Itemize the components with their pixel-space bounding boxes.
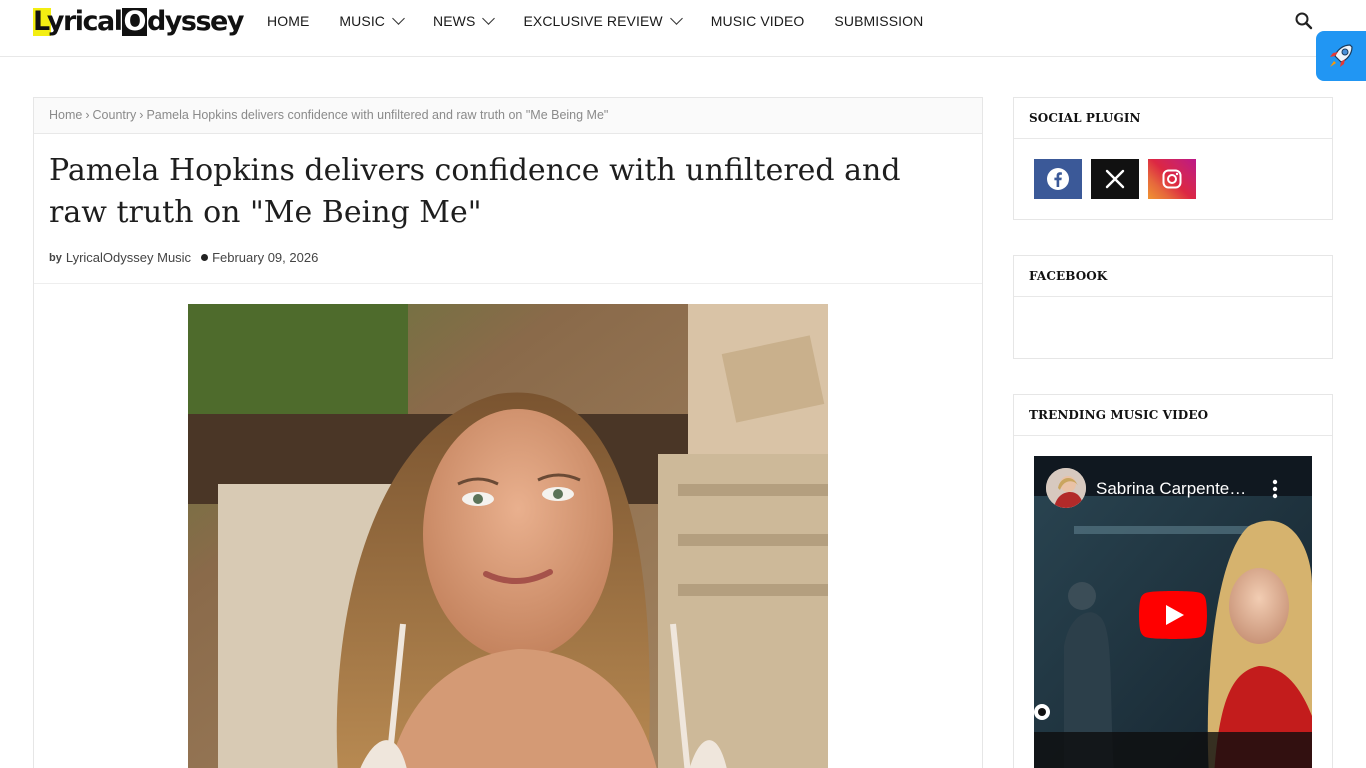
nav-submission-label: SUBMISSION <box>834 13 924 29</box>
search-icon[interactable] <box>1294 11 1314 31</box>
post-author[interactable]: LyricalOdyssey Music <box>66 250 191 265</box>
more-vert-icon[interactable] <box>1272 478 1278 500</box>
chevron-down-icon <box>482 12 496 25</box>
video-title[interactable]: Sabrina Carpente… <box>1096 479 1246 499</box>
breadcrumb-separator: › <box>85 108 90 122</box>
logo-text-o: O <box>121 5 147 37</box>
post-meta: by LyricalOdyssey Music February 09, 202… <box>49 250 967 265</box>
nav-music-video-label: MUSIC VIDEO <box>710 13 805 29</box>
byline-label: by <box>49 251 62 264</box>
breadcrumb-category[interactable]: Country <box>93 108 137 122</box>
breadcrumb-separator: › <box>139 108 144 122</box>
nav-music-label: MUSIC <box>339 13 386 29</box>
nav-exclusive-review-label: EXCLUSIVE REVIEW <box>523 13 663 29</box>
article-card: Home › Country › Pamela Hopkins delivers con… <box>33 97 983 768</box>
facebook-button[interactable] <box>1034 159 1082 199</box>
social-plugin-widget: SOCIAL PLUGIN <box>1013 97 1333 220</box>
nav-news[interactable]: NEWS <box>433 12 496 29</box>
video-embed[interactable]: Sabrina Carpente… <box>1034 456 1312 768</box>
nav-exclusive-review[interactable]: EXCLUSIVE REVIEW <box>523 12 683 29</box>
facebook-widget: FACEBOOK <box>1013 255 1333 359</box>
nav-music-video[interactable]: MUSIC VIDEO <box>711 13 805 29</box>
post-date: February 09, 2026 <box>212 250 319 265</box>
widget-title: FACEBOOK <box>1014 256 1332 297</box>
play-icon[interactable] <box>1139 591 1207 639</box>
social-buttons <box>1014 139 1332 199</box>
x-icon <box>1105 169 1125 189</box>
x-button[interactable] <box>1091 159 1139 199</box>
nav-music[interactable]: MUSIC <box>339 12 405 29</box>
instagram-icon <box>1162 169 1182 189</box>
logo-text-dyssey: dyssey <box>146 5 244 37</box>
nav-submission[interactable]: SUBMISSION <box>834 13 923 29</box>
breadcrumb-home[interactable]: Home <box>49 108 82 122</box>
logo-text: LyricalOdyssey <box>33 5 244 37</box>
breadcrumb-current: Pamela Hopkins delivers confidence with … <box>146 108 609 122</box>
trending-video-widget: TRENDING MUSIC VIDEO Sabrina Carpente… <box>1013 394 1333 768</box>
nav-home-label: HOME <box>267 13 310 29</box>
chevron-down-icon <box>669 12 683 25</box>
chevron-down-icon <box>392 12 405 25</box>
nav-home[interactable]: HOME <box>267 13 309 29</box>
instagram-button[interactable] <box>1148 159 1196 199</box>
facebook-icon <box>1047 168 1069 190</box>
rocket-icon[interactable] <box>1316 31 1366 81</box>
breadcrumb: Home › Country › Pamela Hopkins delivers con… <box>34 98 982 134</box>
logo-text-lyrical: Lyrical <box>33 5 123 37</box>
widget-title: SOCIAL PLUGIN <box>1014 98 1332 139</box>
site-logo[interactable]: LyricalOdyssey <box>33 5 244 37</box>
site-header: LyricalOdyssey HOME MUSIC NEWS EXCLUSIVE… <box>0 0 1366 57</box>
channel-avatar[interactable] <box>1046 468 1086 508</box>
nav-news-label: NEWS <box>433 13 476 29</box>
post-header: Pamela Hopkins delivers confidence with … <box>34 134 982 284</box>
post-title: Pamela Hopkins delivers confidence with … <box>49 153 901 230</box>
post-featured-image <box>188 304 828 768</box>
widget-title: TRENDING MUSIC VIDEO <box>1014 395 1332 436</box>
main-nav: HOME MUSIC NEWS EXCLUSIVE REVIEW MUSIC V… <box>267 0 953 42</box>
meta-dot <box>201 254 209 261</box>
